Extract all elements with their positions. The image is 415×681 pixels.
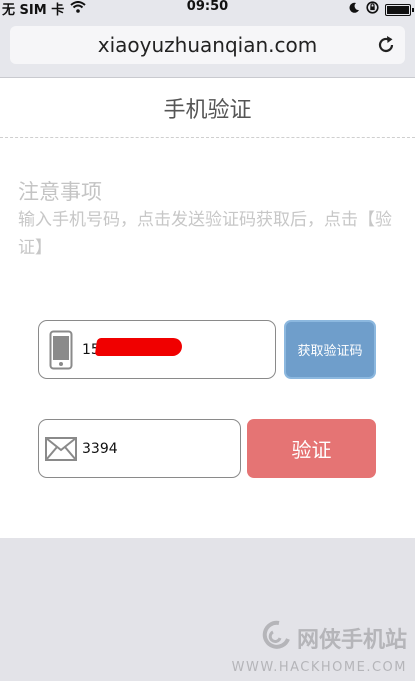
mobile-phone-icon xyxy=(42,321,80,378)
notice-text: 输入手机号码，点击发送验证码获取后，点击【验证】 xyxy=(18,210,392,258)
phone-input[interactable]: 15 xyxy=(38,320,276,379)
dashed-divider xyxy=(0,137,415,138)
reload-icon[interactable] xyxy=(375,34,397,56)
phone-screen: 无 SIM 卡 09:50 xiaoyuzhuanqian.com 手机验证 注… xyxy=(0,0,415,681)
url-text: xiaoyuzhuanqian.com xyxy=(97,33,318,57)
watermark-logo-icon xyxy=(261,620,291,656)
watermark-name: 网侠手机站 xyxy=(296,628,407,653)
watermark-url: WWW.HACKHOME.COM xyxy=(231,660,407,675)
bottom-area: 网侠手机站 WWW.HACKHOME.COM xyxy=(0,538,415,681)
code-input[interactable]: 3394 xyxy=(38,419,241,478)
notice-title: 注意事项 xyxy=(18,180,102,204)
battery-icon xyxy=(385,3,414,16)
get-verification-code-button[interactable]: 获取验证码 xyxy=(284,320,376,379)
browser-toolbar: xiaoyuzhuanqian.com xyxy=(0,16,415,78)
url-field[interactable]: xiaoyuzhuanqian.com xyxy=(10,26,405,64)
phone-value: 15 xyxy=(82,337,184,358)
watermark: 网侠手机站 WWW.HACKHOME.COM xyxy=(232,620,407,675)
redaction-mark xyxy=(94,337,184,356)
code-value: 3394 xyxy=(82,440,118,457)
page-title: 手机验证 xyxy=(163,98,252,123)
envelope-icon xyxy=(42,420,80,477)
status-bar: 无 SIM 卡 09:50 xyxy=(0,0,415,18)
verify-button[interactable]: 验证 xyxy=(247,419,376,478)
